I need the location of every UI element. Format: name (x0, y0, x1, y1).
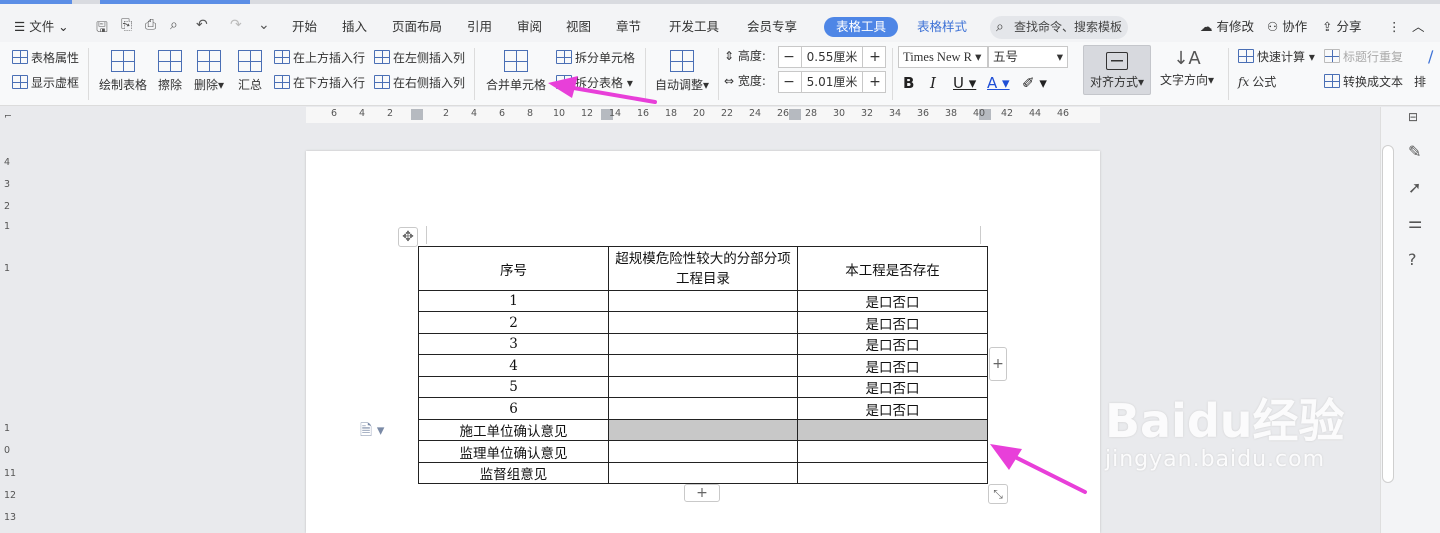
select-pointer-icon[interactable]: ➚ (1408, 178, 1421, 197)
arrow-to-merge-cells (560, 84, 657, 104)
settings-sliders-icon[interactable]: ⚌ (1408, 213, 1422, 232)
help-icon[interactable]: ? (1408, 250, 1417, 269)
vertical-scrollbar[interactable] (1382, 145, 1394, 483)
arrow-to-selected-cells (1003, 450, 1087, 494)
watermark-url: jingyan.baidu.com (1105, 447, 1326, 472)
baidu-watermark: Baidu经验 jingyan.baidu.com (1105, 385, 1345, 472)
panel-toggle-icon[interactable]: ⊟ (1408, 110, 1418, 124)
watermark-logo-text: Baidu经验 (1105, 394, 1345, 448)
edit-pen-icon[interactable]: ✎ (1408, 142, 1421, 161)
arrowhead-merge-cells (548, 76, 578, 98)
